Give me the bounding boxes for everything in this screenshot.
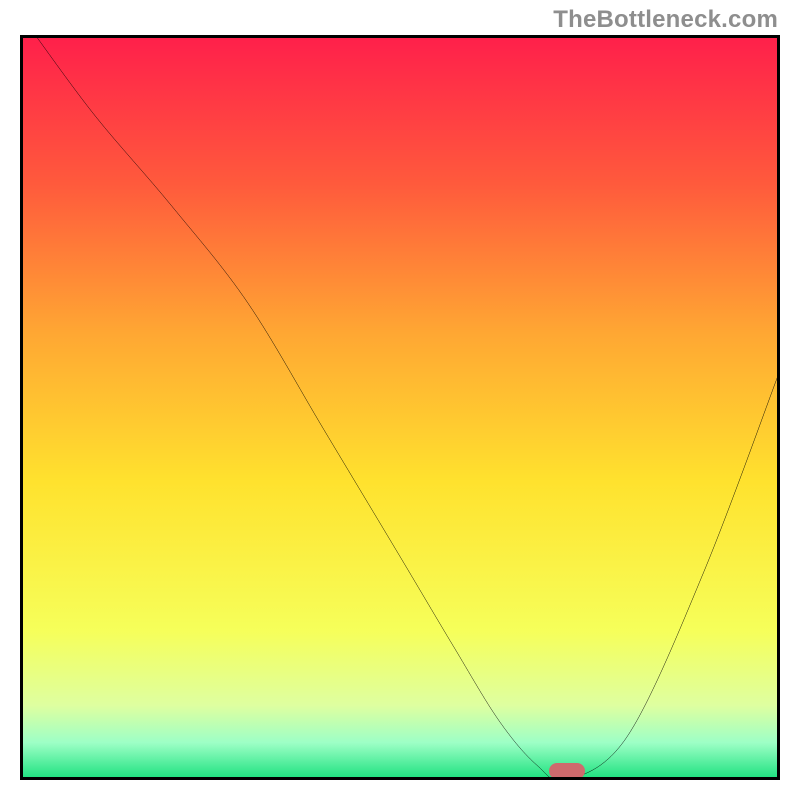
watermark-text: TheBottleneck.com: [553, 6, 778, 34]
optimal-marker: [549, 763, 585, 779]
chart-frame: [20, 35, 780, 780]
chart-background-gradient: [20, 35, 780, 780]
